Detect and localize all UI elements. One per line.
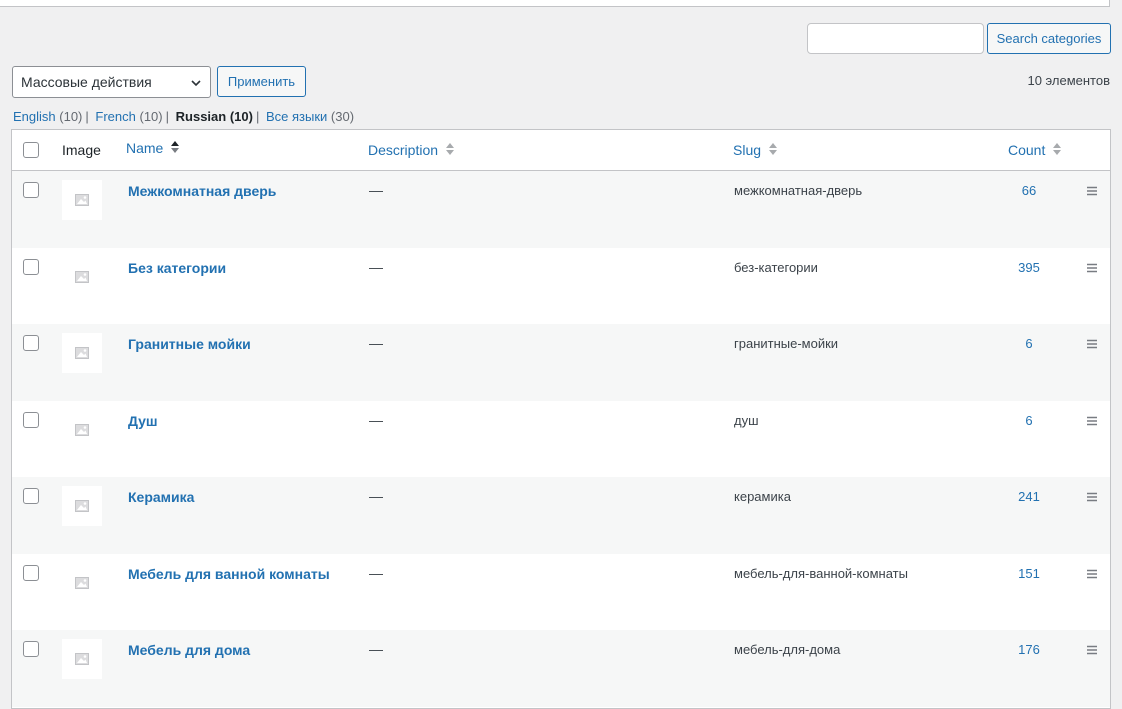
row-count-link[interactable]: 66 xyxy=(997,183,1061,198)
column-name-label: Name xyxy=(126,140,164,156)
row-description: — xyxy=(369,488,383,504)
drag-handle-icon[interactable] xyxy=(1086,492,1098,502)
table-row: Мебель для ванной комнаты — мебель-для-в… xyxy=(12,554,1110,631)
row-checkbox[interactable] xyxy=(23,488,39,504)
row-description: — xyxy=(369,641,383,657)
search-categories-button[interactable]: Search categories xyxy=(987,23,1111,54)
row-checkbox[interactable] xyxy=(23,641,39,657)
categories-table: Image Name Description Slug Count Межком… xyxy=(11,129,1111,709)
sort-arrows-icon xyxy=(445,143,454,156)
image-placeholder-icon xyxy=(62,486,102,526)
drag-handle-icon[interactable] xyxy=(1086,263,1098,273)
column-description-label: Description xyxy=(368,142,439,158)
image-placeholder-icon xyxy=(62,410,102,450)
lang-count-english: (10) xyxy=(59,109,83,124)
row-name-link[interactable]: Без категории xyxy=(128,260,226,276)
row-name-link[interactable]: Мебель для дома xyxy=(128,642,250,658)
table-header: Image Name Description Slug Count xyxy=(12,130,1110,171)
lang-count-russian: (10) xyxy=(229,109,253,124)
row-checkbox[interactable] xyxy=(23,182,39,198)
language-filter: English (10) | French (10) | Russian (10) |… xyxy=(13,109,355,124)
column-slug-label: Slug xyxy=(733,142,762,158)
column-count-label: Count xyxy=(1008,142,1046,158)
row-name-link[interactable]: Межкомнатная дверь xyxy=(128,183,276,199)
row-count-link[interactable]: 241 xyxy=(997,489,1061,504)
lang-filter-all[interactable]: Все языки xyxy=(266,109,327,124)
row-checkbox[interactable] xyxy=(23,412,39,428)
table-row: Гранитные мойки — гранитные-мойки 6 xyxy=(12,324,1110,401)
column-image: Image xyxy=(62,142,101,158)
sort-arrows-icon xyxy=(768,143,777,156)
row-slug: гранитные-мойки xyxy=(734,336,839,351)
row-count-link[interactable]: 6 xyxy=(997,336,1061,351)
search-input[interactable] xyxy=(807,23,984,54)
sort-arrows-icon xyxy=(1053,143,1062,156)
select-all-checkbox[interactable] xyxy=(23,142,39,158)
row-count-link[interactable]: 176 xyxy=(997,642,1061,657)
column-count[interactable]: Count xyxy=(1008,142,1062,158)
column-slug[interactable]: Slug xyxy=(733,142,777,158)
row-description: — xyxy=(369,412,383,428)
lang-filter-english[interactable]: English xyxy=(13,109,56,124)
row-slug: мебель-для-дома xyxy=(734,642,841,657)
table-row: Душ — душ 6 xyxy=(12,401,1110,478)
sort-arrows-icon xyxy=(171,141,180,154)
row-checkbox[interactable] xyxy=(23,565,39,581)
image-placeholder-icon xyxy=(62,333,102,373)
row-count-link[interactable]: 151 xyxy=(997,566,1061,581)
row-name-link[interactable]: Гранитные мойки xyxy=(128,336,251,352)
apply-button[interactable]: Применить xyxy=(217,66,306,97)
row-count-link[interactable]: 6 xyxy=(997,413,1061,428)
row-slug: межкомнатная-дверь xyxy=(734,183,863,198)
table-row: Керамика — керамика 241 xyxy=(12,477,1110,554)
image-placeholder-icon xyxy=(62,180,102,220)
row-checkbox[interactable] xyxy=(23,259,39,275)
image-placeholder-icon xyxy=(62,563,102,603)
row-count-link[interactable]: 395 xyxy=(997,260,1061,275)
row-slug: душ xyxy=(734,413,759,428)
column-name[interactable]: Name xyxy=(126,140,180,156)
bulk-actions-selected: Массовые действия xyxy=(21,74,152,90)
row-slug: без-категории xyxy=(734,260,818,275)
table-row: Без категории — без-категории 395 xyxy=(12,248,1110,325)
top-panel xyxy=(0,0,1110,7)
lang-count-all: (30) xyxy=(330,109,355,124)
row-description: — xyxy=(369,335,383,351)
row-description: — xyxy=(369,182,383,198)
items-count: 10 элементов xyxy=(1027,73,1110,88)
drag-handle-icon[interactable] xyxy=(1086,339,1098,349)
row-name-link[interactable]: Душ xyxy=(128,413,158,429)
row-name-link[interactable]: Мебель для ванной комнаты xyxy=(128,566,330,582)
column-description[interactable]: Description xyxy=(368,142,454,158)
drag-handle-icon[interactable] xyxy=(1086,645,1098,655)
drag-handle-icon[interactable] xyxy=(1086,186,1098,196)
row-slug: керамика xyxy=(734,489,791,504)
row-checkbox[interactable] xyxy=(23,335,39,351)
row-description: — xyxy=(369,259,383,275)
row-slug: мебель-для-ванной-комнаты xyxy=(734,566,908,581)
table-row: Межкомнатная дверь — межкомнатная-дверь … xyxy=(12,171,1110,248)
bulk-actions-select[interactable]: Массовые действия xyxy=(12,66,211,98)
row-description: — xyxy=(369,565,383,581)
row-name-link[interactable]: Керамика xyxy=(128,489,194,505)
lang-filter-russian[interactable]: Russian xyxy=(176,109,227,124)
lang-filter-french[interactable]: French xyxy=(95,109,135,124)
drag-handle-icon[interactable] xyxy=(1086,416,1098,426)
table-row: Мебель для дома — мебель-для-дома 176 xyxy=(12,630,1110,707)
image-placeholder-icon xyxy=(62,257,102,297)
lang-count-french: (10) xyxy=(139,109,163,124)
drag-handle-icon[interactable] xyxy=(1086,569,1098,579)
chevron-down-icon xyxy=(191,80,201,87)
image-placeholder-icon xyxy=(62,639,102,679)
